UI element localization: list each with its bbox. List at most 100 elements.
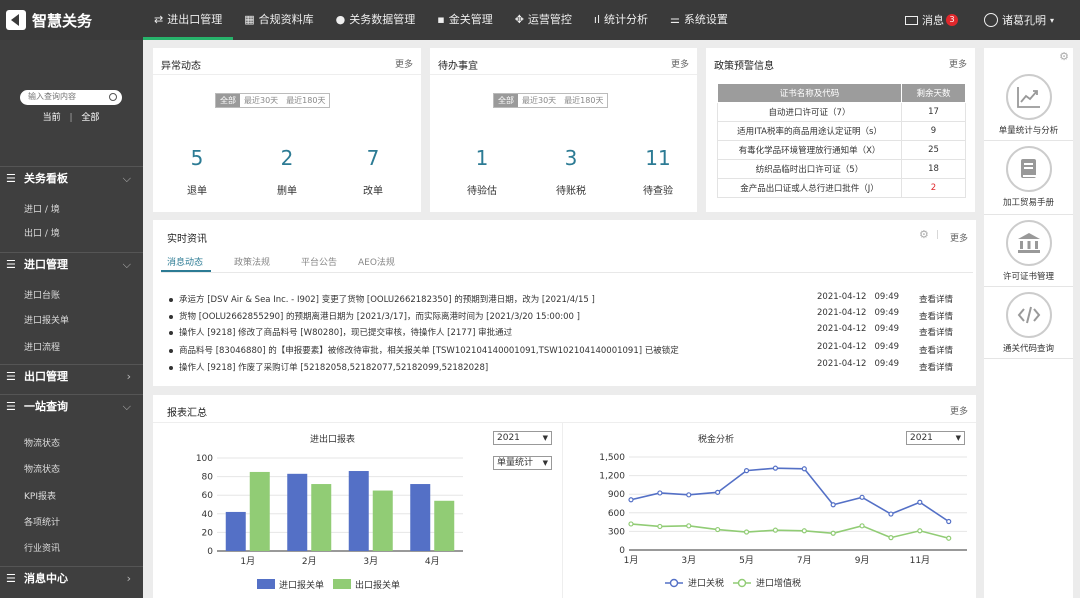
- days-left: 18: [901, 159, 966, 179]
- data-point: [686, 492, 692, 498]
- legend-marker: [737, 578, 747, 588]
- seg-30[interactable]: 最近30天: [240, 94, 283, 107]
- view-detail-link[interactable]: 查看详情: [919, 326, 953, 338]
- more-link[interactable]: 更多: [950, 231, 968, 244]
- tab-news[interactable]: 消息动态: [167, 255, 203, 268]
- x-tick-label: 2月: [302, 556, 317, 567]
- scope-current[interactable]: 当前: [43, 113, 61, 123]
- table-row[interactable]: 金产品出口证或人总行进口批件（J） 2: [717, 178, 966, 198]
- nav-compliance-library[interactable]: ▦ 合规资料库: [233, 0, 324, 40]
- view-detail-link[interactable]: 查看详情: [919, 344, 953, 356]
- search-icon[interactable]: [109, 93, 117, 101]
- seg-180[interactable]: 最近180天: [560, 94, 608, 107]
- sidebar-item-kpi[interactable]: KPI报表: [24, 489, 56, 502]
- bar-export: [249, 471, 270, 551]
- nav-operations[interactable]: ✥ 运营管控: [504, 0, 583, 40]
- y-tick-label: 100: [196, 454, 213, 464]
- sidebar-item-import-declaration[interactable]: 进口报关单: [24, 313, 69, 326]
- quick-license-manage[interactable]: 许可证书管理: [984, 220, 1073, 282]
- nav-golden-customs[interactable]: ▪ 金关管理: [426, 0, 503, 40]
- data-point: [743, 468, 750, 474]
- stat-tax[interactable]: 3 待账税: [541, 146, 601, 197]
- sidebar-group-messages[interactable]: ☰ 消息中心 ›: [0, 566, 143, 590]
- messages-button[interactable]: 消息 3: [904, 12, 958, 28]
- data-point: [686, 523, 692, 529]
- more-link[interactable]: 更多: [395, 57, 413, 70]
- quick-code-query[interactable]: 通关代码查询: [984, 292, 1073, 354]
- sidebar-item-import-ledger[interactable]: 进口台账: [24, 288, 60, 301]
- y-tick-label: 1,500: [599, 453, 625, 463]
- scope-all[interactable]: 全部: [81, 113, 99, 123]
- sidebar-group-import[interactable]: ☰ 进口管理 ⌵: [0, 252, 143, 276]
- gear-icon[interactable]: ⚙: [919, 228, 929, 241]
- data-point: [801, 528, 807, 534]
- stat-valuation[interactable]: 1 待验估: [452, 146, 512, 197]
- card-title: 异常动态: [161, 61, 201, 72]
- legend-swatch: [333, 579, 351, 589]
- messages-badge: 3: [945, 14, 958, 26]
- cert-name: 金产品出口证或人总行进口批件（J）: [717, 178, 902, 198]
- stat-delete[interactable]: 2 删单: [257, 146, 317, 197]
- news-datetime: 2021-04-12 09:49: [817, 359, 899, 369]
- table-row[interactable]: 适用ITA税率的商品用途认定证明（s） 9: [717, 121, 966, 141]
- stat-value: 2: [280, 146, 294, 170]
- group-label: 一站查询: [24, 400, 68, 413]
- stat-value: 5: [190, 146, 204, 170]
- quick-label: 单量统计与分析: [998, 126, 1059, 136]
- sidebar-item-logistics-1[interactable]: 物流状态: [24, 436, 60, 449]
- seg-all[interactable]: 全部: [494, 94, 518, 107]
- more-link[interactable]: 更多: [671, 57, 689, 70]
- more-link[interactable]: 更多: [949, 57, 967, 70]
- app-logo[interactable]: 智慧关务: [6, 9, 92, 31]
- tab-notice[interactable]: 平台公告: [301, 255, 337, 268]
- gear-icon[interactable]: ⚙: [1059, 50, 1069, 63]
- table-row[interactable]: 有毒化学品环境管理放行通知单（X） 25: [717, 140, 966, 160]
- nav-statistics[interactable]: ıl 统计分析: [583, 0, 659, 40]
- table-row[interactable]: 纺织品临时出口许可证（5） 18: [717, 159, 966, 179]
- quick-volume-stats[interactable]: 单量统计与分析: [984, 74, 1073, 136]
- seg-all[interactable]: 全部: [216, 94, 240, 107]
- data-point: [917, 499, 923, 505]
- stat-modify[interactable]: 7 改单: [343, 146, 403, 197]
- view-detail-link[interactable]: 查看详情: [919, 293, 953, 305]
- data-point: [917, 528, 923, 534]
- search-input[interactable]: [28, 92, 108, 101]
- x-tick-label: 7月: [797, 555, 812, 566]
- nav-customs-data[interactable]: ● 关务数据管理: [325, 0, 427, 40]
- news-datetime: 2021-04-12 09:49: [817, 324, 899, 334]
- legend-label: 进口关税: [688, 577, 724, 589]
- list-icon: ☰: [6, 572, 16, 585]
- seg-30[interactable]: 最近30天: [518, 94, 561, 107]
- sidebar-item-export-border[interactable]: 出口 / 境: [24, 226, 60, 239]
- sidebar-group-query[interactable]: ☰ 一站查询 ⌵: [0, 394, 143, 418]
- line-chart: 0 300 600 900 1,200 1,500 1月 3月 5月 7月 9月 11月进口关税 进口增…: [599, 453, 967, 589]
- sidebar-group-dashboard[interactable]: ☰ 关务看板 ⌵: [0, 166, 143, 190]
- data-point: [859, 523, 865, 529]
- sidebar-item-industry[interactable]: 行业资讯: [24, 541, 60, 554]
- user-menu[interactable]: 诸葛孔明 ▾: [983, 12, 1054, 28]
- chevron-right-icon: ›: [126, 370, 131, 383]
- y-tick-label: 0: [207, 547, 213, 557]
- grid-icon: ▦: [244, 13, 255, 26]
- sidebar-item-import-border[interactable]: 进口 / 境: [24, 202, 60, 215]
- tab-aeo[interactable]: AEO法规: [358, 255, 395, 268]
- legend-label: 进口报关单: [279, 579, 324, 591]
- sidebar-item-stats[interactable]: 各项统计: [24, 515, 60, 528]
- nav-import-export[interactable]: ⇄ 进出口管理: [143, 0, 234, 40]
- stat-return[interactable]: 5 退单: [167, 146, 227, 197]
- sidebar-search[interactable]: [20, 90, 122, 105]
- stat-inspect[interactable]: 11 待查验: [628, 146, 688, 197]
- tab-policy[interactable]: 政策法规: [234, 255, 270, 268]
- view-detail-link[interactable]: 查看详情: [919, 310, 953, 322]
- bank-icon: [1005, 220, 1052, 266]
- sidebar-group-export[interactable]: ☰ 出口管理 ›: [0, 364, 143, 388]
- bar-import: [287, 473, 308, 551]
- quick-processing-manual[interactable]: 加工贸易手册: [984, 146, 1073, 208]
- nav-settings[interactable]: ⚌ 系统设置: [659, 0, 739, 40]
- seg-180[interactable]: 最近180天: [282, 94, 330, 107]
- sidebar-item-import-flow[interactable]: 进口流程: [24, 340, 60, 353]
- table-row[interactable]: 自动进口许可证（7） 17: [717, 102, 966, 122]
- days-left: 17: [901, 102, 966, 122]
- sidebar-item-logistics-2[interactable]: 物流状态: [24, 462, 60, 475]
- view-detail-link[interactable]: 查看详情: [919, 361, 953, 373]
